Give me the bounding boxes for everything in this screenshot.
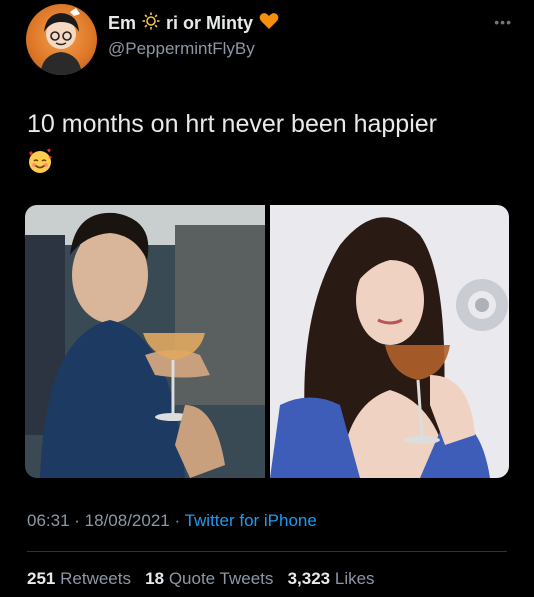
author-name-row[interactable]: Em ri or Minty <box>108 12 279 35</box>
tweet-source-link[interactable]: Twitter for iPhone <box>185 511 317 530</box>
avatar-illustration <box>40 8 82 75</box>
meta-separator: · <box>169 511 185 530</box>
quote-tweets-count: 18 <box>145 569 165 588</box>
tweet-time[interactable]: 06:31 <box>27 511 70 530</box>
retweets-label: Retweets <box>60 569 131 588</box>
tweet-stats: 251 Retweets 18 Quote Tweets 3,323 Likes <box>27 569 375 589</box>
tweet-text: 10 months on hrt never been happier <box>27 110 437 138</box>
tweet-meta: 06:31 · 18/08/2021 · Twitter for iPhone <box>27 511 317 531</box>
likes-count: 3,323 <box>287 569 331 588</box>
before-photo[interactable] <box>25 205 265 478</box>
more-options-icon[interactable]: ••• <box>494 14 512 30</box>
orange-heart-icon <box>259 12 279 35</box>
likes-label: Likes <box>334 569 375 588</box>
smiling-face-with-hearts-emoji <box>27 148 53 174</box>
after-photo[interactable] <box>269 205 509 478</box>
display-name-part2[interactable]: ri or Minty <box>166 13 253 34</box>
display-name-part1[interactable]: Em <box>108 13 136 34</box>
retweets-count: 251 <box>27 569 56 588</box>
tweet-media[interactable] <box>25 205 509 478</box>
avatar[interactable] <box>26 4 97 75</box>
retweets-stat[interactable]: 251 Retweets <box>27 569 131 588</box>
likes-stat[interactable]: 3,323 Likes <box>288 569 375 588</box>
author-handle[interactable]: @PeppermintFlyBy <box>108 39 255 59</box>
quote-tweets-stat[interactable]: 18 Quote Tweets <box>145 569 273 588</box>
after-photo-image <box>269 205 509 478</box>
before-photo-image <box>25 205 265 478</box>
divider <box>27 551 507 552</box>
sun-icon <box>142 12 160 35</box>
tweet-date[interactable]: 18/08/2021 <box>85 511 170 530</box>
meta-separator: · <box>69 511 85 530</box>
quote-tweets-label: Quote Tweets <box>168 569 274 588</box>
